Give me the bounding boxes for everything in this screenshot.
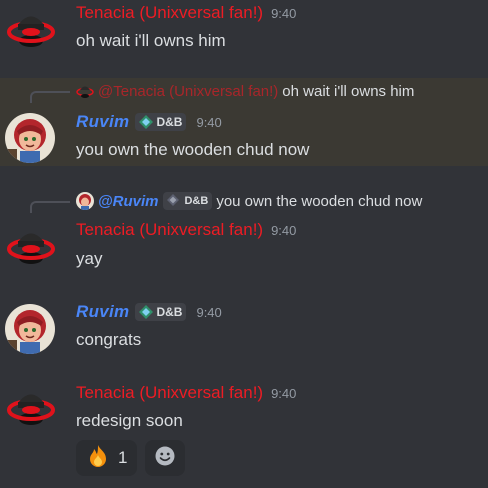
add-reaction-button[interactable]	[145, 440, 186, 476]
author-name[interactable]: Tenacia (Unixversal fan!)	[76, 383, 263, 403]
reply-text[interactable]: you own the wooden chud now	[216, 193, 422, 210]
clan-tag[interactable]: D&B	[135, 303, 187, 321]
clan-tag-label: D&B	[156, 305, 183, 319]
reply-author-mention[interactable]: @Ruvim	[98, 193, 158, 210]
clan-tag-label: D&B	[156, 115, 183, 129]
fire-icon	[86, 444, 110, 473]
smiley-icon	[154, 445, 176, 472]
timestamp[interactable]: 9:40	[196, 305, 221, 320]
message-text: yay	[76, 249, 103, 268]
tenacia-mini-avatar	[76, 82, 94, 100]
diamond-icon	[167, 194, 181, 208]
diamond-icon	[139, 305, 154, 319]
message-text: oh wait i'll owns him	[76, 31, 226, 50]
reply-text[interactable]: oh wait i'll owns him	[282, 83, 414, 100]
clan-tag[interactable]: D&B	[135, 113, 187, 131]
diamond-icon	[139, 115, 154, 129]
reply-preview[interactable]: @Ruvim D&B you own the wooden chud now	[76, 192, 422, 210]
author-name[interactable]: Ruvim	[76, 302, 129, 322]
clan-tag[interactable]: D&B	[163, 192, 213, 210]
reaction-count: 1	[118, 448, 128, 467]
author-name[interactable]: Ruvim	[76, 112, 129, 132]
reactions-bar: 1	[76, 440, 186, 476]
author-name[interactable]: Tenacia (Unixversal fan!)	[76, 3, 263, 23]
reply-preview[interactable]: @Tenacia (Unixversal fan!) oh wait i'll …	[76, 82, 414, 100]
tenacia-avatar[interactable]	[6, 5, 56, 55]
tenacia-avatar[interactable]	[6, 222, 56, 272]
reply-author-mention[interactable]: @Tenacia (Unixversal fan!)	[98, 83, 278, 100]
reaction-fire[interactable]: 1	[76, 440, 138, 476]
author-name[interactable]: Tenacia (Unixversal fan!)	[76, 220, 263, 240]
ruvim-avatar[interactable]	[5, 113, 55, 163]
reply-connector	[30, 91, 70, 103]
message-text: redesign soon	[76, 411, 183, 430]
timestamp[interactable]: 9:40	[196, 115, 221, 130]
ruvim-mini-avatar	[76, 192, 94, 210]
reply-connector	[30, 201, 70, 213]
timestamp[interactable]: 9:40	[271, 223, 296, 238]
timestamp[interactable]: 9:40	[271, 6, 296, 21]
message-text: you own the wooden chud now	[76, 140, 310, 159]
message-text: congrats	[76, 330, 142, 349]
timestamp[interactable]: 9:40	[271, 386, 296, 401]
tenacia-avatar[interactable]	[6, 383, 56, 433]
ruvim-avatar[interactable]	[5, 304, 55, 354]
clan-tag-label: D&B	[184, 195, 209, 207]
